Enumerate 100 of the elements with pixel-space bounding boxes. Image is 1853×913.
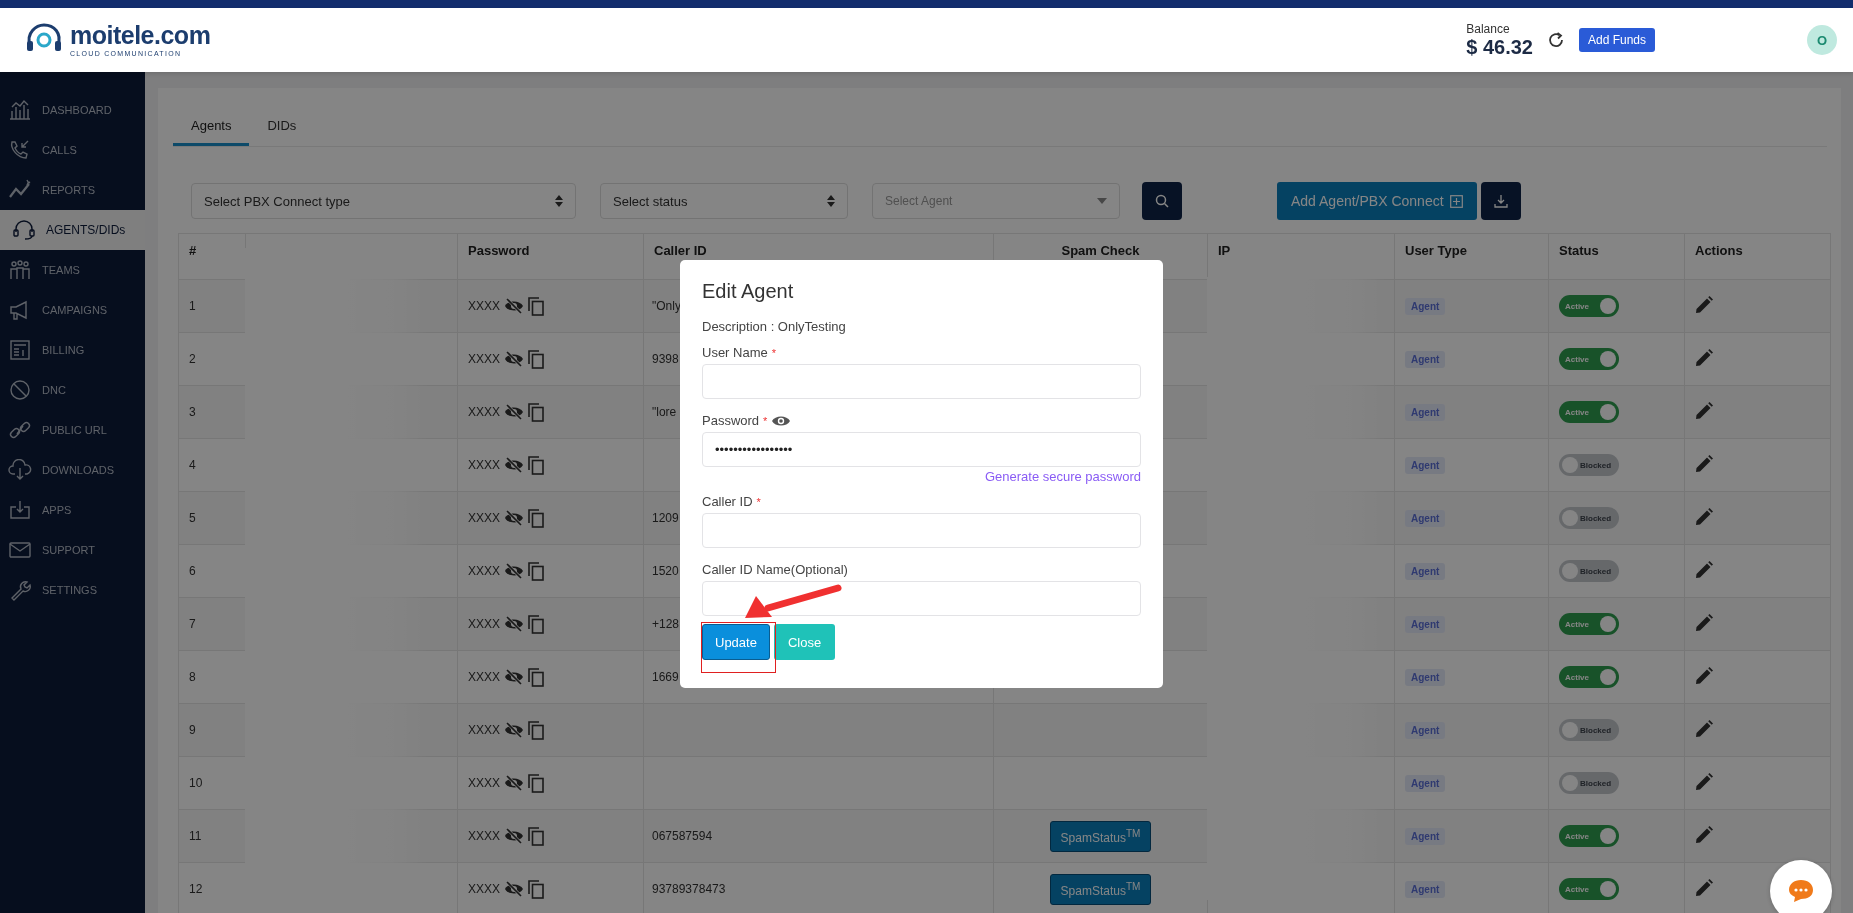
- sidebar-item[interactable]: DASHBOARD: [0, 90, 145, 130]
- copy-icon[interactable]: [528, 455, 544, 475]
- sidebar-item[interactable]: APPS: [0, 490, 145, 530]
- eye-slash-icon[interactable]: [504, 457, 524, 473]
- copy-icon[interactable]: [528, 561, 544, 581]
- sidebar-item[interactable]: DOWNLOADS: [0, 450, 145, 490]
- status-toggle[interactable]: Active: [1559, 295, 1619, 317]
- eye-slash-icon[interactable]: [504, 298, 524, 314]
- pencil-icon[interactable]: [1695, 666, 1713, 685]
- sidebar-item[interactable]: BILLING: [0, 330, 145, 370]
- user-type-badge: Agent: [1405, 298, 1446, 315]
- caller-id: "lore: [652, 405, 677, 419]
- sidebar-item[interactable]: CALLS: [0, 130, 145, 170]
- copy-icon[interactable]: [528, 826, 544, 846]
- eye-slash-icon[interactable]: [504, 669, 524, 685]
- copy-icon[interactable]: [528, 508, 544, 528]
- apps-icon: [8, 499, 32, 521]
- eye-slash-icon[interactable]: [504, 510, 524, 526]
- column-header: Actions: [1684, 233, 1831, 280]
- refresh-icon[interactable]: [1546, 31, 1565, 49]
- add-agent-button[interactable]: Add Agent/PBX Connect: [1277, 182, 1477, 220]
- column-header: Password: [457, 233, 644, 280]
- input-field[interactable]: [702, 364, 1141, 399]
- user-type-badge: Agent: [1405, 669, 1446, 686]
- avatar[interactable]: O: [1807, 25, 1837, 55]
- eye-slash-icon[interactable]: [504, 881, 524, 897]
- spam-status-button[interactable]: SpamStatus$^{TM}$: [1049, 820, 1152, 852]
- copy-icon[interactable]: [528, 614, 544, 634]
- copy-icon[interactable]: [528, 773, 544, 793]
- copy-icon[interactable]: [528, 402, 544, 422]
- row-number: 11: [189, 829, 202, 843]
- copy-icon[interactable]: [528, 667, 544, 687]
- pencil-icon[interactable]: [1695, 454, 1713, 473]
- tab[interactable]: Agents: [173, 108, 250, 146]
- status-toggle[interactable]: Active: [1559, 666, 1619, 688]
- status-toggle[interactable]: Blocked: [1559, 719, 1619, 741]
- status-toggle[interactable]: Active: [1559, 878, 1619, 900]
- row-number: 2: [189, 352, 196, 366]
- sidebar-item[interactable]: REPORTS: [0, 170, 145, 210]
- caller-id: 1520: [652, 564, 679, 578]
- caller-id: 067587594: [652, 829, 713, 843]
- status-toggle[interactable]: Active: [1559, 401, 1619, 423]
- user-type-badge: Agent: [1405, 563, 1446, 580]
- close-button[interactable]: Close: [773, 624, 836, 660]
- spam-status-button[interactable]: SpamStatus$^{TM}$: [1049, 873, 1152, 905]
- status-toggle[interactable]: Blocked: [1559, 507, 1619, 529]
- status-toggle[interactable]: Active: [1559, 613, 1619, 635]
- pencil-icon[interactable]: [1695, 719, 1713, 738]
- masked-password: XXXX: [468, 617, 500, 631]
- agents-icon: [12, 219, 36, 241]
- eye-slash-icon[interactable]: [504, 404, 524, 420]
- input-field[interactable]: [702, 581, 1141, 616]
- eye-slash-icon[interactable]: [504, 828, 524, 844]
- masked-password: XXXX: [468, 882, 500, 896]
- eye-slash-icon[interactable]: [504, 616, 524, 632]
- eye-slash-icon[interactable]: [504, 563, 524, 579]
- pencil-icon[interactable]: [1695, 295, 1713, 314]
- user-type-badge: Agent: [1405, 404, 1446, 421]
- sidebar-item[interactable]: AGENTS/DIDs: [0, 210, 145, 250]
- copy-icon[interactable]: [528, 720, 544, 740]
- status-toggle[interactable]: Active: [1559, 348, 1619, 370]
- status-toggle[interactable]: Blocked: [1559, 560, 1619, 582]
- status-toggle[interactable]: Blocked: [1559, 454, 1619, 476]
- pencil-icon[interactable]: [1695, 613, 1713, 632]
- sidebar-item[interactable]: DNC: [0, 370, 145, 410]
- eye-slash-icon[interactable]: [504, 351, 524, 367]
- input-field[interactable]: •••••••••••••••••: [702, 432, 1141, 467]
- pencil-icon[interactable]: [1695, 507, 1713, 526]
- status-select[interactable]: Select status: [600, 183, 848, 219]
- search-button[interactable]: [1142, 182, 1182, 220]
- status-toggle[interactable]: Active: [1559, 825, 1619, 847]
- pencil-icon[interactable]: [1695, 878, 1713, 897]
- pencil-icon[interactable]: [1695, 560, 1713, 579]
- sort-caret-icon: [555, 195, 563, 207]
- downloads-icon: [8, 459, 32, 481]
- chat-icon: [1788, 879, 1814, 903]
- copy-icon[interactable]: [528, 879, 544, 899]
- sidebar-item[interactable]: SUPPORT: [0, 530, 145, 570]
- sidebar-item[interactable]: SETTINGS: [0, 570, 145, 610]
- copy-icon[interactable]: [528, 349, 544, 369]
- pencil-icon[interactable]: [1695, 772, 1713, 791]
- status-toggle[interactable]: Blocked: [1559, 772, 1619, 794]
- tab[interactable]: DIDs: [249, 108, 315, 146]
- input-field[interactable]: [702, 513, 1141, 548]
- pencil-icon[interactable]: [1695, 348, 1713, 367]
- row-number: 3: [189, 405, 196, 419]
- eye-slash-icon[interactable]: [504, 722, 524, 738]
- sidebar-item[interactable]: PUBLIC URL: [0, 410, 145, 450]
- sidebar-item[interactable]: TEAMS: [0, 250, 145, 290]
- download-button[interactable]: [1480, 182, 1521, 220]
- sidebar-item[interactable]: CAMPAIGNS: [0, 290, 145, 330]
- row-number: 12: [189, 882, 203, 896]
- pencil-icon[interactable]: [1695, 401, 1713, 420]
- pencil-icon[interactable]: [1695, 825, 1713, 844]
- copy-icon[interactable]: [528, 296, 544, 316]
- eye-slash-icon[interactable]: [504, 775, 524, 791]
- add-funds-button[interactable]: Add Funds: [1578, 28, 1655, 52]
- update-button[interactable]: Update: [702, 624, 770, 660]
- pbx-type-select[interactable]: Select PBX Connect type: [191, 183, 576, 219]
- generate-password-link[interactable]: Generate secure password: [702, 469, 1141, 484]
